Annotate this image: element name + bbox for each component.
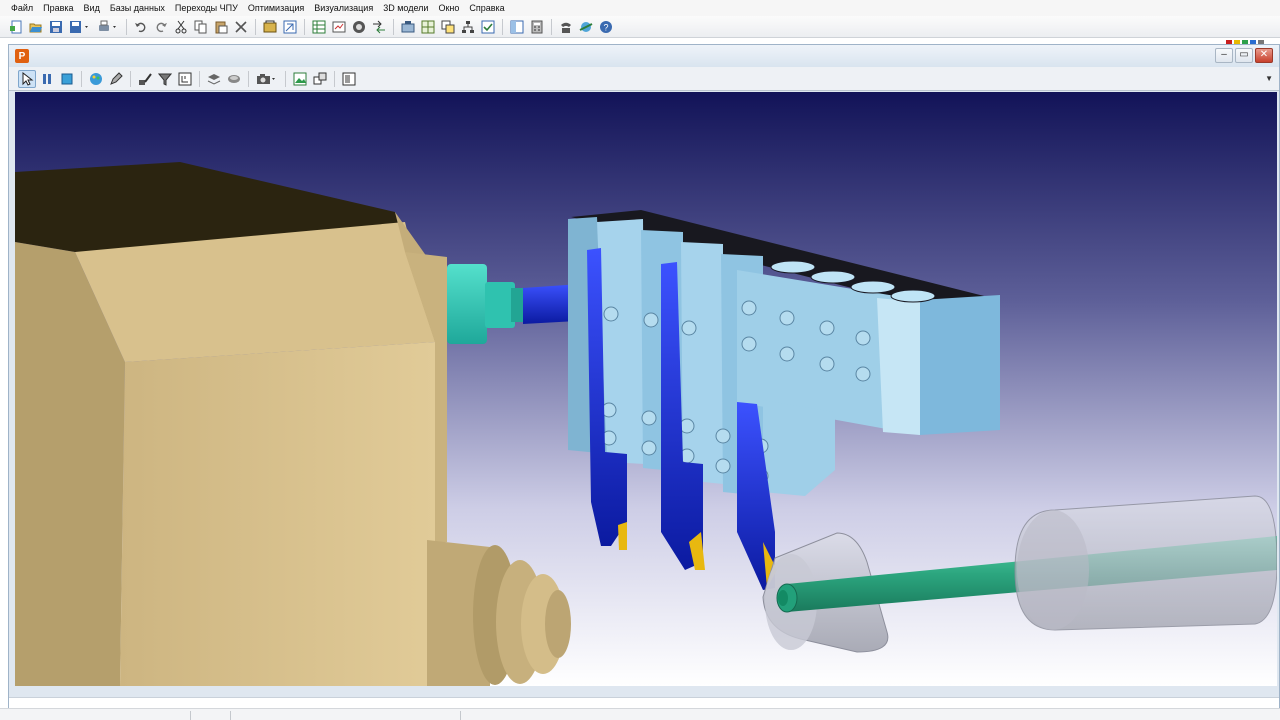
fixture-icon[interactable] [136, 70, 154, 88]
open-icon[interactable] [27, 18, 45, 36]
toolbar-separator [130, 70, 131, 87]
toolbar-separator [304, 18, 305, 35]
toolbar-overflow-icon[interactable]: ▼ [1265, 74, 1273, 83]
menu-cnc-transitions[interactable]: Переходы ЧПУ [170, 0, 243, 16]
menu-window[interactable]: Окно [433, 0, 464, 16]
image-icon[interactable] [291, 70, 309, 88]
toolbar-separator [393, 18, 394, 35]
tool-library-icon[interactable] [261, 18, 279, 36]
toolbar-separator [126, 18, 127, 35]
print-icon[interactable] [95, 18, 121, 36]
cnc-simulation-window: P – ▭ ✕ ▼ [8, 44, 1280, 720]
machine-scene [15, 92, 1277, 686]
restore-button[interactable]: ▭ [1235, 48, 1253, 63]
cut-icon[interactable] [172, 18, 190, 36]
panel-icon[interactable] [508, 18, 526, 36]
help-icon[interactable]: ? [597, 18, 615, 36]
toolbar-separator [551, 18, 552, 35]
toolbar-separator [255, 18, 256, 35]
layer-icon[interactable] [205, 70, 223, 88]
new-icon[interactable] [7, 18, 25, 36]
menu-databases[interactable]: Базы данных [105, 0, 170, 16]
tree-icon[interactable] [350, 18, 368, 36]
grid-icon[interactable] [419, 18, 437, 36]
view-cube-icon[interactable] [311, 70, 329, 88]
copy-layout-icon[interactable] [439, 18, 457, 36]
menu-bar: Файл Правка Вид Базы данных Переходы ЧПУ… [0, 0, 1280, 16]
check-icon[interactable] [479, 18, 497, 36]
menu-optimization[interactable]: Оптимизация [243, 0, 309, 16]
application-window: Файл Правка Вид Базы данных Переходы ЧПУ… [0, 0, 1280, 720]
window-titlebar: P – ▭ ✕ [9, 45, 1279, 67]
transfer-icon[interactable] [370, 18, 388, 36]
measure-icon[interactable] [176, 70, 194, 88]
menu-edit[interactable]: Правка [38, 0, 78, 16]
funnel-icon[interactable] [156, 70, 174, 88]
undo-icon[interactable] [132, 18, 150, 36]
delete-icon[interactable] [232, 18, 250, 36]
machine-icon[interactable] [399, 18, 417, 36]
toolbar-separator [81, 70, 82, 87]
menu-view[interactable]: Вид [79, 0, 105, 16]
palette-icon[interactable] [87, 70, 105, 88]
menu-3d-models[interactable]: 3D модели [378, 0, 433, 16]
save-as-icon[interactable] [67, 18, 93, 36]
toolbar-separator [502, 18, 503, 35]
taskbar-strip [0, 708, 1280, 720]
pause-icon[interactable] [38, 70, 56, 88]
toolbar-separator [285, 70, 286, 87]
redo-icon[interactable] [152, 18, 170, 36]
select-arrow-icon[interactable] [18, 69, 36, 88]
stock-cylinder [1014, 495, 1277, 631]
app-logo-icon: P [15, 49, 29, 63]
rotate-icon[interactable] [225, 70, 243, 88]
network-icon[interactable] [577, 18, 595, 36]
main-toolbar: ? [0, 16, 1280, 38]
hierarchy-icon[interactable] [459, 18, 477, 36]
3d-viewport[interactable] [15, 92, 1277, 686]
settings-panel-icon[interactable] [340, 70, 358, 88]
table-icon[interactable] [310, 18, 328, 36]
save-icon[interactable] [47, 18, 65, 36]
svg-text:?: ? [604, 22, 609, 32]
export-icon[interactable] [281, 18, 299, 36]
calculator-icon[interactable] [528, 18, 546, 36]
window-controls: – ▭ ✕ [1215, 48, 1273, 63]
paste-icon[interactable] [212, 18, 230, 36]
stop-icon[interactable] [58, 70, 76, 88]
phone-icon[interactable] [557, 18, 575, 36]
camera-icon[interactable] [254, 70, 280, 88]
copy-icon[interactable] [192, 18, 210, 36]
close-button[interactable]: ✕ [1255, 48, 1273, 63]
toolbar-separator [334, 70, 335, 87]
menu-help[interactable]: Справка [464, 0, 509, 16]
toolbar-separator [199, 70, 200, 87]
gauge-icon[interactable] [330, 18, 348, 36]
minimize-button[interactable]: – [1215, 48, 1233, 63]
pencil-icon[interactable] [107, 70, 125, 88]
menu-visualization[interactable]: Визуализация [309, 0, 378, 16]
menu-file[interactable]: Файл [6, 0, 38, 16]
view-toolbar: ▼ [9, 67, 1279, 91]
toolbar-separator [248, 70, 249, 87]
